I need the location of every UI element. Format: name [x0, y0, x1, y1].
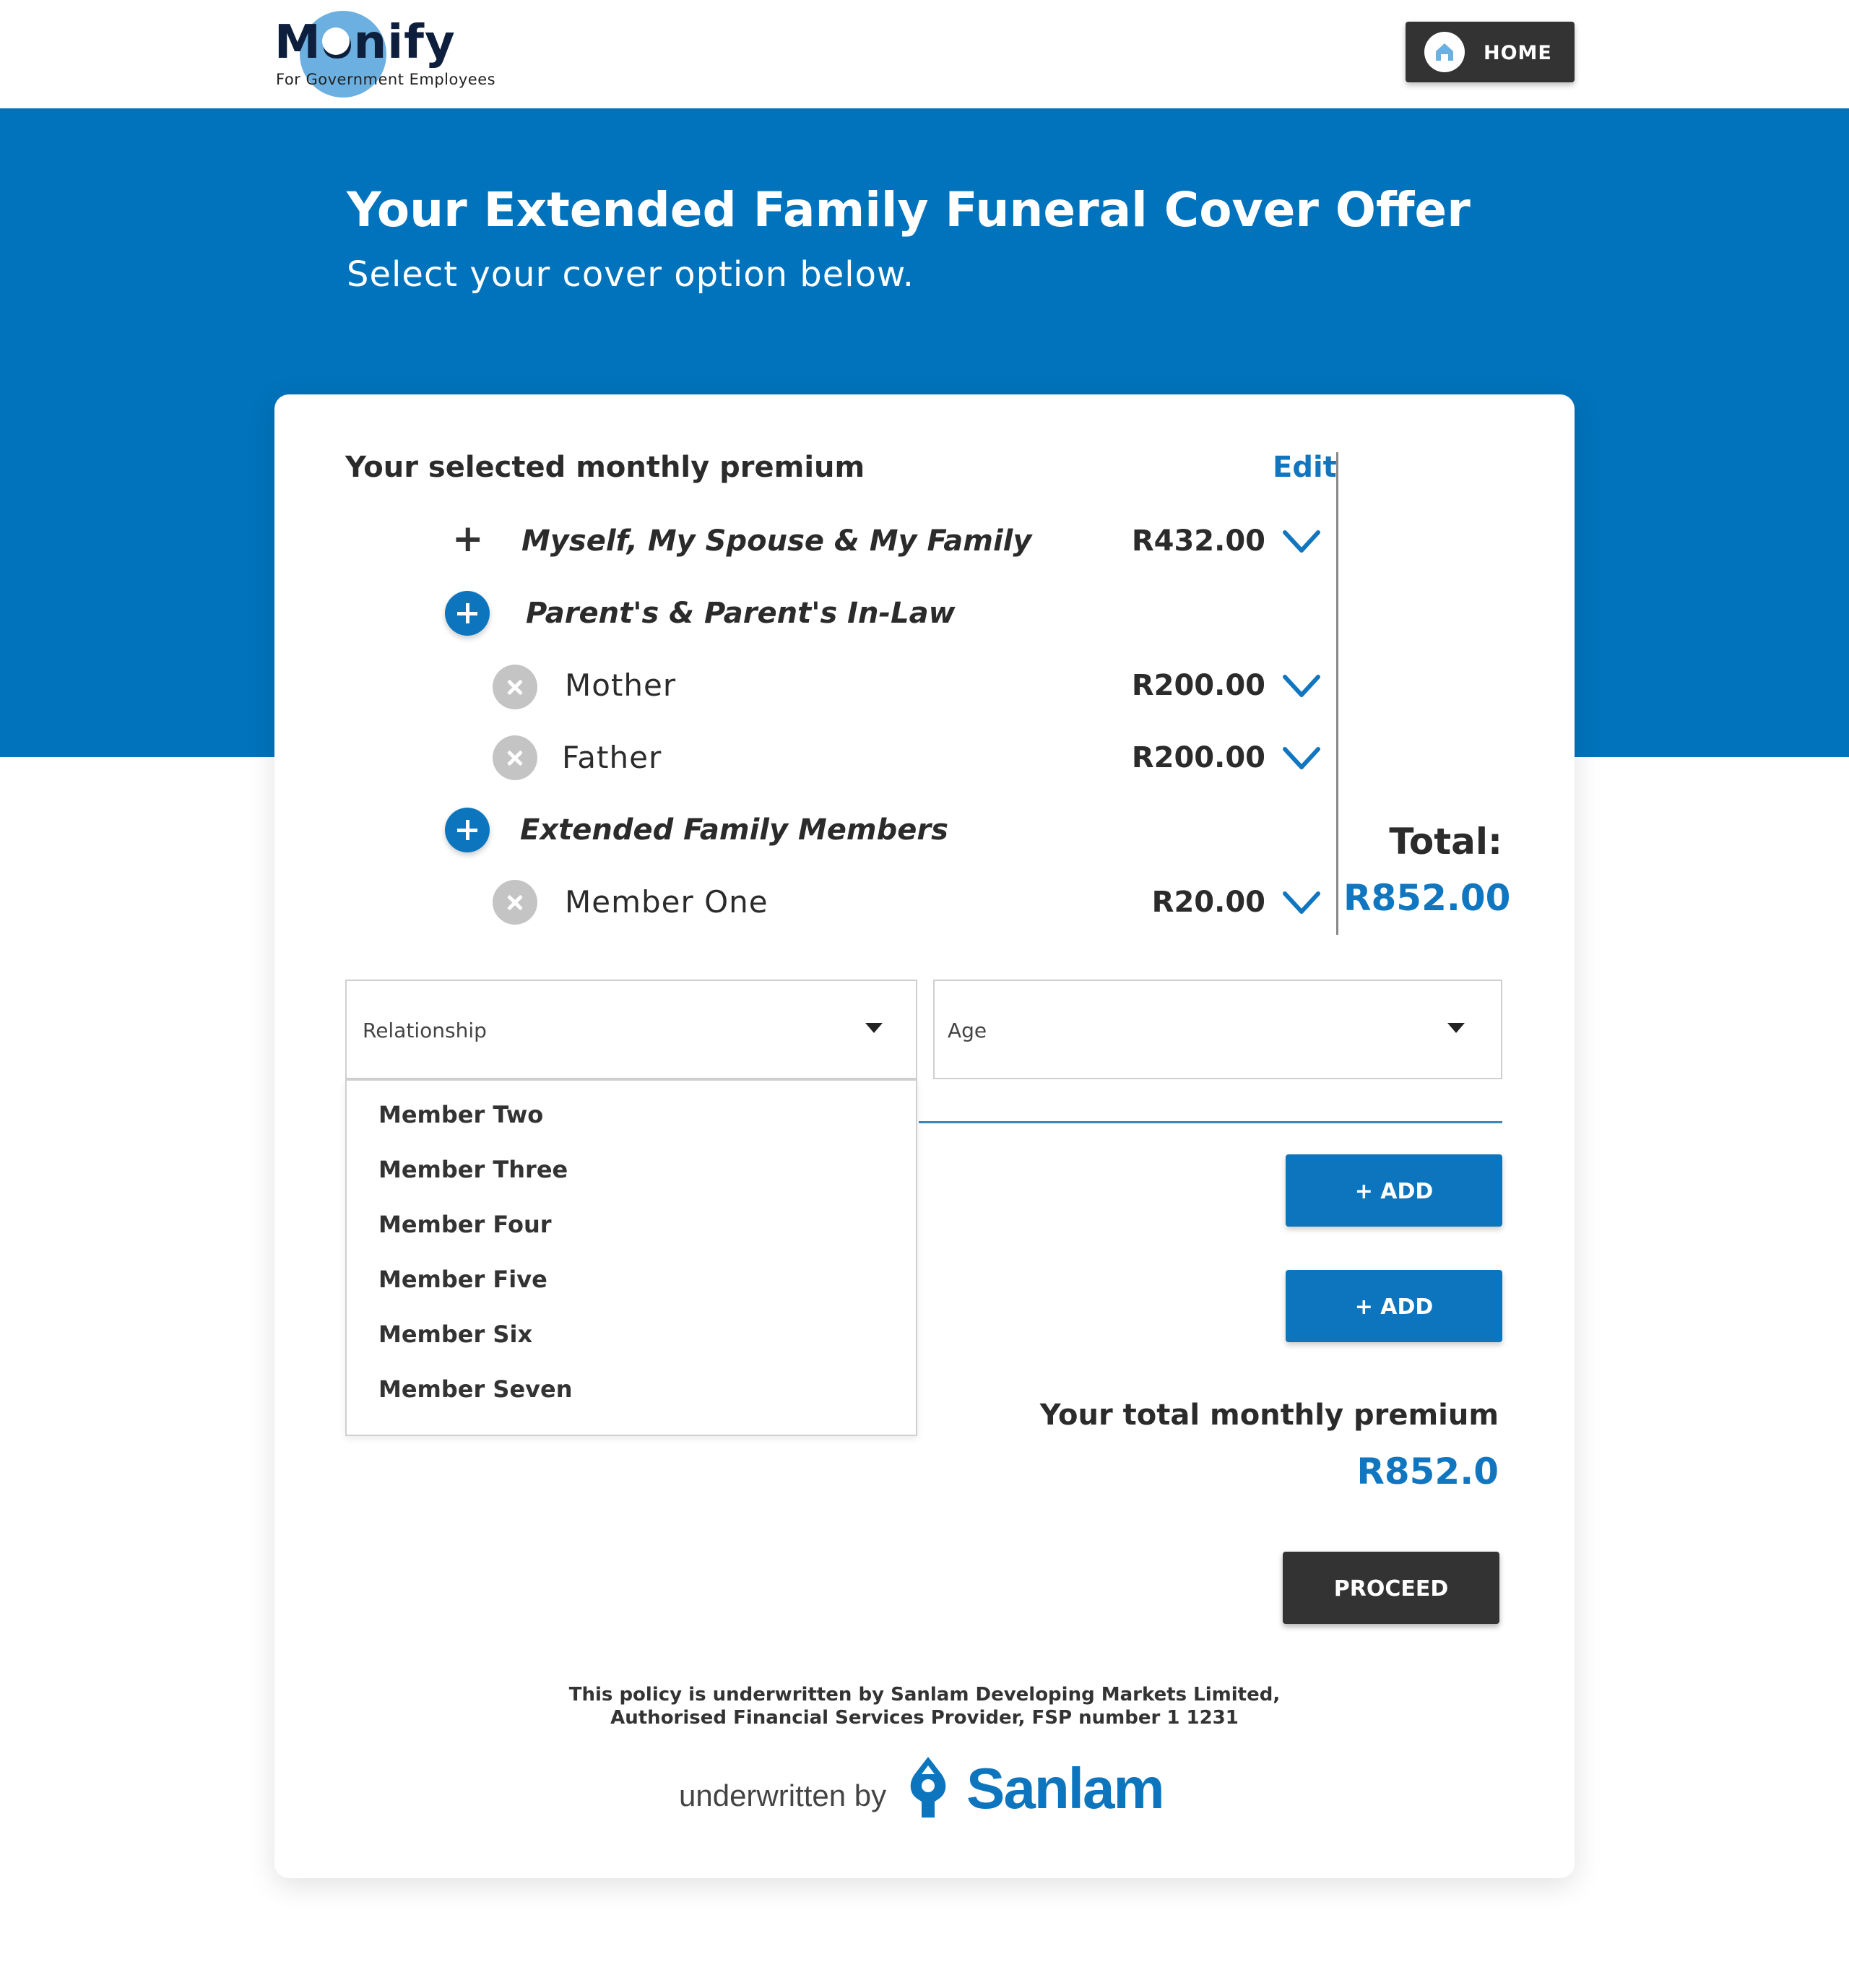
dropdown-option[interactable]: Member Four: [378, 1211, 552, 1238]
page-title: Your Extended Family Funeral Cover Offer: [347, 182, 1471, 238]
dropdown-option[interactable]: Member Five: [378, 1266, 547, 1293]
group-label-myself: Myself, My Spouse & My Family: [521, 524, 1032, 558]
plus-icon: +: [452, 517, 484, 561]
logo-dot-icon: [322, 27, 350, 55]
remove-father-icon[interactable]: [493, 735, 537, 780]
home-button[interactable]: HOME: [1406, 22, 1575, 82]
underwriting-notice-line1: This policy is underwritten by Sanlam De…: [568, 1684, 1281, 1706]
dropdown-option[interactable]: Member Two: [378, 1101, 543, 1128]
page-subtitle: Select your cover option below.: [347, 254, 915, 295]
sanlam-logo-icon: [903, 1757, 953, 1818]
add-extended-family-icon[interactable]: [445, 808, 490, 852]
edit-link[interactable]: Edit: [1273, 451, 1337, 484]
monify-logo[interactable]: Monify For Government Employees: [274, 7, 506, 98]
chevron-down-icon[interactable]: [1281, 744, 1322, 773]
add-button-1[interactable]: + ADD: [1286, 1154, 1502, 1227]
dropdown-option[interactable]: Member Six: [378, 1321, 532, 1348]
relationship-select-label: Relationship: [363, 1019, 487, 1042]
underwritten-by-label: underwritten by: [679, 1779, 887, 1812]
relationship-dropdown-menu: Member Two Member Three Member Four Memb…: [345, 1079, 917, 1436]
input-underline: [919, 1121, 1502, 1123]
group-label-extended: Extended Family Members: [520, 813, 948, 847]
site-header: Monify For Government Employees HOME: [0, 0, 1849, 109]
selected-premium-title: Your selected monthly premium: [345, 451, 865, 484]
price-mother: R200.00: [1131, 669, 1265, 702]
proceed-button-label: PROCEED: [1333, 1576, 1449, 1602]
remove-mother-icon[interactable]: [493, 665, 537, 709]
chevron-down-icon[interactable]: [1281, 889, 1322, 917]
remove-member-one-icon[interactable]: [493, 880, 537, 925]
age-select-label: Age: [948, 1019, 987, 1042]
price-father: R200.00: [1131, 741, 1265, 774]
caret-down-icon: [865, 1023, 883, 1033]
member-label-mother: Mother: [565, 667, 677, 703]
home-button-label: HOME: [1484, 42, 1552, 64]
chevron-down-icon[interactable]: [1281, 527, 1322, 556]
group-label-parents: Parent's & Parent's In-Law: [526, 597, 956, 630]
member-label-father: Father: [562, 740, 662, 775]
add-button-label: + ADD: [1354, 1179, 1434, 1204]
sanlam-logo: Sanlam: [966, 1756, 1165, 1820]
summary-divider: [1336, 452, 1338, 935]
dropdown-option[interactable]: Member Seven: [378, 1375, 573, 1403]
member-label-member-one: Member One: [565, 884, 768, 920]
caret-down-icon: [1447, 1023, 1465, 1033]
dropdown-option[interactable]: Member Three: [378, 1156, 568, 1183]
price-member-one: R20.00: [1151, 886, 1265, 919]
underwriting-notice: This policy is underwritten by Sanlam De…: [347, 1683, 1502, 1729]
total-label: Total:: [1389, 821, 1502, 863]
price-myself: R432.00: [1131, 524, 1265, 558]
home-icon: [1424, 32, 1465, 72]
total-premium-value: R852.0: [1356, 1451, 1499, 1492]
underwriting-notice-line2: Authorised Financial Services Provider, …: [610, 1707, 1239, 1729]
add-parents-icon[interactable]: [445, 591, 490, 636]
logo-subtitle: For Government Employees: [276, 71, 496, 88]
proceed-button[interactable]: PROCEED: [1283, 1552, 1499, 1624]
chevron-down-icon[interactable]: [1281, 672, 1322, 701]
add-button-2[interactable]: + ADD: [1286, 1270, 1502, 1342]
total-value: R852.00: [1343, 877, 1511, 919]
logo-text: Monify: [274, 16, 456, 69]
relationship-select[interactable]: Relationship: [345, 980, 917, 1079]
age-select[interactable]: Age: [933, 980, 1502, 1079]
total-premium-label: Your total monthly premium: [1039, 1399, 1499, 1432]
add-button-label: + ADD: [1354, 1295, 1434, 1320]
